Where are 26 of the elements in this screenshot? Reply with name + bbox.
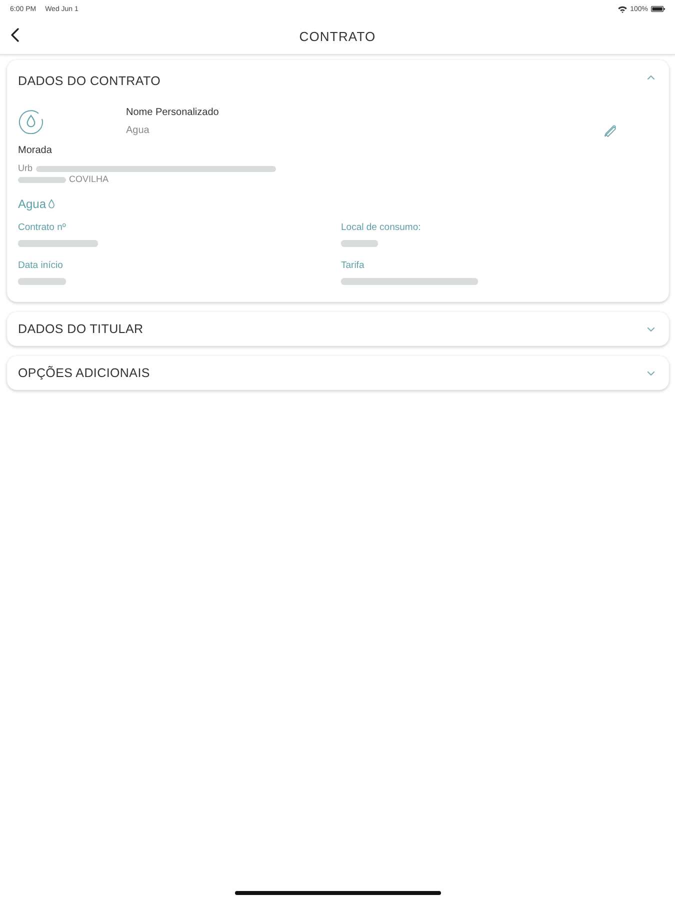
field-label: Data início: [18, 260, 63, 272]
page-title: CONTRATO: [299, 28, 376, 44]
chevron-up-icon[interactable]: [647, 75, 655, 80]
field-value: Agua: [126, 124, 150, 138]
blurred-text: [341, 240, 378, 247]
field-label: Contrato nº: [18, 222, 66, 234]
address-text: Urb: [18, 163, 33, 174]
blurred-text: [18, 176, 66, 182]
section-header[interactable]: DADOS DO CONTRATO: [7, 60, 669, 102]
section-header[interactable]: OPÇÕES ADICIONAIS: [7, 356, 669, 390]
section-header[interactable]: DADOS DO TITULAR: [7, 312, 669, 346]
field-label: Local de consumo:: [341, 222, 421, 234]
field-label: Nome Personalizado: [126, 106, 219, 120]
battery-icon: [651, 6, 665, 12]
field-label: Tarifa: [341, 260, 364, 272]
pencil-icon[interactable]: [604, 125, 616, 137]
blurred-text: [18, 278, 66, 285]
wifi-icon: [618, 6, 628, 12]
service-name: Agua: [18, 196, 46, 212]
water-drop-icon: [48, 199, 56, 209]
address-label: Morada: [18, 144, 52, 158]
chevron-down-icon[interactable]: [647, 370, 655, 376]
chevron-down-icon[interactable]: [647, 326, 655, 332]
address-text: COVILHA: [69, 174, 109, 185]
back-icon[interactable]: [11, 28, 19, 42]
water-drop-icon: [18, 108, 44, 134]
